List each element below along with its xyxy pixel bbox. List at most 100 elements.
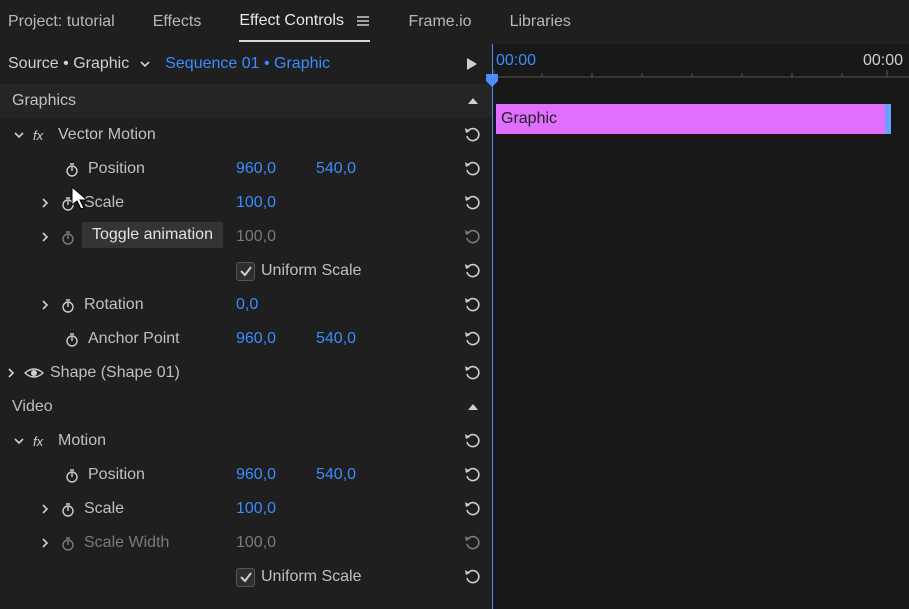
clip-label: Graphic <box>501 110 557 128</box>
prop-scale-2-label: Scale <box>84 500 124 518</box>
stopwatch-icon[interactable] <box>62 331 82 347</box>
clip-handle[interactable] <box>885 104 891 134</box>
svg-text:fx: fx <box>33 434 44 448</box>
chevron-right-icon[interactable] <box>38 537 52 549</box>
anchor-y-value[interactable]: 540,0 <box>316 330 396 348</box>
uniform-scale-checkbox-2[interactable] <box>236 568 255 587</box>
timeline-ruler[interactable]: 00:00 00:00 <box>492 44 909 78</box>
chevron-down-icon[interactable] <box>12 435 26 447</box>
prop-scale-width-label: Scale Width <box>84 228 169 246</box>
panel-menu-icon[interactable] <box>356 15 370 27</box>
scale-2-value[interactable]: 100,0 <box>236 500 316 518</box>
reset-icon[interactable] <box>462 567 482 587</box>
chevron-down-icon[interactable] <box>12 129 26 141</box>
collapse-up-icon[interactable] <box>466 401 480 413</box>
prop-rotation: Rotation 0,0 <box>0 288 492 322</box>
stopwatch-icon[interactable] <box>62 161 82 177</box>
source-dropdown-icon[interactable] <box>139 58 151 70</box>
effect-controls-panel: Source • Graphic Sequence 01 • Graphic G… <box>0 44 492 609</box>
clip-graphic[interactable]: Graphic <box>496 104 887 134</box>
timeline-panel: 00:00 00:00 Graphic <box>492 44 909 609</box>
reset-icon[interactable] <box>462 363 482 383</box>
prop-anchor-point: Anchor Point 960,0 540,0 <box>0 322 492 356</box>
reset-icon[interactable] <box>462 465 482 485</box>
reset-icon[interactable] <box>462 431 482 451</box>
effect-vector-motion-label: Vector Motion <box>58 126 156 144</box>
reset-icon[interactable] <box>462 329 482 349</box>
section-video[interactable]: Video <box>0 390 492 424</box>
prop-scale-width: Scale Width 100,0 <box>0 220 492 254</box>
prop-scale-2: Scale 100,0 <box>0 492 492 526</box>
prop-scale-label: Scale <box>84 194 124 212</box>
chevron-right-icon[interactable] <box>38 299 52 311</box>
position-2-x-value[interactable]: 960,0 <box>236 466 316 484</box>
position-2-y-value[interactable]: 540,0 <box>316 466 396 484</box>
anchor-x-value[interactable]: 960,0 <box>236 330 316 348</box>
uniform-scale-checkbox[interactable] <box>236 262 255 281</box>
section-graphics-label: Graphics <box>12 92 76 110</box>
fx-icon[interactable]: fx <box>32 434 52 448</box>
stopwatch-icon[interactable] <box>58 501 78 517</box>
stopwatch-icon <box>58 535 78 551</box>
effect-shape[interactable]: Shape (Shape 01) <box>0 356 492 390</box>
playhead-handle-icon[interactable] <box>486 74 498 86</box>
collapse-up-icon[interactable] <box>466 95 480 107</box>
svg-text:fx: fx <box>33 128 44 142</box>
panel-tabs: Project: tutorial Effects Effect Control… <box>0 0 909 44</box>
rotation-value[interactable]: 0,0 <box>236 296 316 314</box>
stopwatch-icon[interactable] <box>58 297 78 313</box>
prop-position: Position 960,0 540,0 <box>0 152 492 186</box>
effect-vector-motion[interactable]: fx Vector Motion <box>0 118 492 152</box>
source-row: Source • Graphic Sequence 01 • Graphic <box>0 44 492 84</box>
tab-effect-controls[interactable]: Effect Controls <box>239 2 370 42</box>
reset-icon[interactable] <box>462 499 482 519</box>
reset-icon[interactable] <box>462 261 482 281</box>
play-icon[interactable] <box>466 57 478 71</box>
reset-icon <box>462 227 482 247</box>
chevron-right-icon[interactable] <box>4 367 18 379</box>
position-y-value[interactable]: 540,0 <box>316 160 396 178</box>
tab-effects[interactable]: Effects <box>153 3 202 41</box>
chevron-right-icon[interactable] <box>38 503 52 515</box>
reset-icon[interactable] <box>462 159 482 179</box>
stopwatch-icon[interactable] <box>58 195 78 211</box>
stopwatch-icon[interactable] <box>62 467 82 483</box>
playhead[interactable] <box>492 44 493 609</box>
chevron-right-icon[interactable] <box>38 231 52 243</box>
tab-effect-controls-label: Effect Controls <box>239 12 344 29</box>
uniform-scale-2-label: Uniform Scale <box>261 568 361 586</box>
prop-position-2-label: Position <box>88 466 145 484</box>
reset-icon[interactable] <box>462 125 482 145</box>
scale-width-2-value: 100,0 <box>236 534 316 552</box>
prop-anchor-label: Anchor Point <box>88 330 180 348</box>
scale-value[interactable]: 100,0 <box>236 194 316 212</box>
tab-project[interactable]: Project: tutorial <box>8 3 115 41</box>
sequence-link[interactable]: Sequence 01 • Graphic <box>165 55 330 73</box>
section-graphics[interactable]: Graphics <box>0 84 492 118</box>
effect-motion[interactable]: fx Motion <box>0 424 492 458</box>
prop-position-label: Position <box>88 160 145 178</box>
reset-icon[interactable] <box>462 295 482 315</box>
prop-rotation-label: Rotation <box>84 296 144 314</box>
effect-motion-label: Motion <box>58 432 106 450</box>
position-x-value[interactable]: 960,0 <box>236 160 316 178</box>
effect-shape-label: Shape (Shape 01) <box>50 364 180 382</box>
tab-libraries[interactable]: Libraries <box>510 3 571 41</box>
chevron-right-icon[interactable] <box>38 197 52 209</box>
tab-frameio[interactable]: Frame.io <box>408 3 471 41</box>
prop-scale: Scale 100,0 <box>0 186 492 220</box>
prop-uniform-scale: Uniform Scale <box>0 254 492 288</box>
scale-width-value: 100,0 <box>236 228 316 246</box>
prop-scale-width-2-label: Scale Width <box>84 534 169 552</box>
stopwatch-icon <box>58 229 78 245</box>
prop-uniform-scale-2: Uniform Scale <box>0 560 492 594</box>
reset-icon[interactable] <box>462 193 482 213</box>
reset-icon <box>462 533 482 553</box>
source-label: Source • Graphic <box>8 55 129 73</box>
prop-position-2: Position 960,0 540,0 <box>0 458 492 492</box>
section-video-label: Video <box>12 398 53 416</box>
prop-scale-width-2: Scale Width 100,0 <box>0 526 492 560</box>
uniform-scale-label: Uniform Scale <box>261 262 361 280</box>
fx-icon[interactable]: fx <box>32 128 52 142</box>
eye-icon[interactable] <box>24 366 44 380</box>
